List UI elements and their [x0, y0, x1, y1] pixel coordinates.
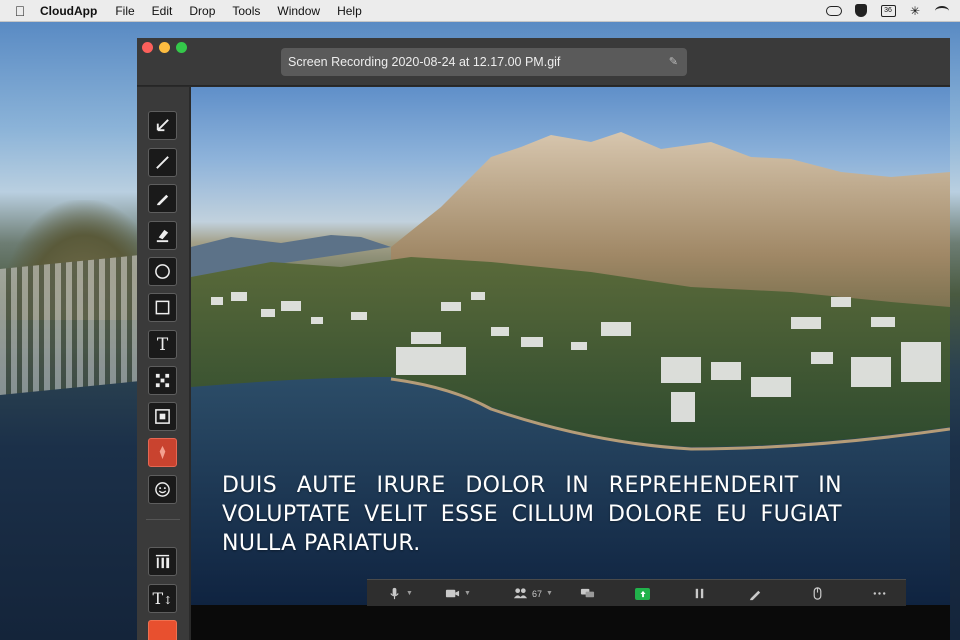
- pixelate-icon: [155, 373, 170, 388]
- bluetooth-icon[interactable]: ✳: [907, 4, 923, 18]
- highlighter-tool[interactable]: [148, 221, 177, 250]
- wifi-icon[interactable]: [934, 5, 950, 17]
- more-button[interactable]: [872, 580, 887, 607]
- text-size-icon: T↕: [152, 589, 173, 608]
- color-swatch-button[interactable]: [148, 620, 177, 640]
- editor-window: Screen Recording 2020-08-24 at 12.17.00 …: [137, 38, 950, 640]
- arrow-icon: [156, 119, 169, 132]
- annotate-button[interactable]: [748, 580, 763, 607]
- pause-button[interactable]: [692, 580, 707, 607]
- menubar-app-name[interactable]: CloudApp: [40, 4, 97, 18]
- rectangle-icon: [155, 300, 170, 315]
- line-width-icon: [155, 554, 170, 569]
- image-caption[interactable]: Duis aute irure dolor in reprehenderit i…: [222, 471, 842, 558]
- menu-edit[interactable]: Edit: [152, 4, 173, 18]
- emoji-tool[interactable]: [148, 475, 177, 504]
- text-size-button[interactable]: T↕: [148, 584, 177, 613]
- menu-file[interactable]: File: [115, 4, 134, 18]
- pen-icon: [156, 194, 169, 206]
- pencil-edit-icon[interactable]: ✎: [669, 48, 678, 76]
- pencil-icon: [749, 590, 761, 601]
- text-tool[interactable]: T: [148, 330, 177, 359]
- close-window-button[interactable]: [142, 42, 153, 53]
- canvas-bottom-bar: [191, 605, 950, 640]
- menu-drop[interactable]: Drop: [189, 4, 215, 18]
- window-titlebar[interactable]: Screen Recording 2020-08-24 at 12.17.00 …: [137, 38, 950, 86]
- ellipse-tool[interactable]: [148, 257, 177, 286]
- shield-icon[interactable]: [853, 4, 869, 17]
- wallpaper-town: [0, 255, 140, 395]
- filename-text: Screen Recording 2020-08-24 at 12.17.00 …: [288, 55, 561, 69]
- chevron-down-icon[interactable]: ▼: [546, 590, 553, 597]
- step-marker-tool[interactable]: [148, 438, 177, 467]
- share-screen-button[interactable]: [635, 580, 650, 607]
- pen-tool[interactable]: [148, 184, 177, 213]
- participants-icon: [513, 588, 528, 599]
- line-icon: [156, 156, 169, 169]
- spotlight-icon: [155, 409, 170, 424]
- maximize-window-button[interactable]: [176, 42, 187, 53]
- calendar-icon[interactable]: 36: [880, 4, 896, 17]
- arrow-tool[interactable]: [148, 111, 177, 140]
- highlighter-icon: [156, 229, 169, 243]
- text-size-glyph: T: [152, 589, 164, 608]
- rectangle-tool[interactable]: [148, 293, 177, 322]
- chat-button[interactable]: [580, 580, 595, 607]
- line-width-button[interactable]: [148, 547, 177, 576]
- participants-button[interactable]: 67 ▼: [513, 580, 553, 607]
- apple-logo-icon[interactable]: : [0, 3, 40, 19]
- video-button[interactable]: ▼: [445, 580, 471, 607]
- ellipse-icon: [155, 264, 170, 279]
- chevron-down-icon[interactable]: ▼: [406, 590, 413, 597]
- chat-icon: [580, 588, 595, 598]
- microphone-button[interactable]: ▼: [387, 580, 413, 607]
- pause-icon: [695, 588, 704, 599]
- menu-window[interactable]: Window: [277, 4, 320, 18]
- smiley-icon: [155, 482, 170, 497]
- more-icon: [873, 592, 886, 595]
- meeting-control-bar: ▼ ▼ 67 ▼: [367, 579, 906, 606]
- cloudapp-icon[interactable]: [826, 5, 842, 17]
- marker-icon: [159, 445, 166, 460]
- filename-field[interactable]: Screen Recording 2020-08-24 at 12.17.00 …: [281, 48, 687, 76]
- line-tool[interactable]: [148, 148, 177, 177]
- menubar-status-area: 36 ✳: [826, 4, 960, 18]
- mouse-button[interactable]: [810, 580, 825, 607]
- annotation-toolbar: T T↕: [137, 87, 190, 640]
- participants-count: 67: [532, 588, 543, 599]
- microphone-icon: [390, 587, 399, 600]
- menu-tools[interactable]: Tools: [232, 4, 260, 18]
- share-screen-icon: [635, 587, 650, 600]
- menubar:  CloudApp File Edit Drop Tools Window H…: [0, 0, 960, 22]
- toolbar-divider: [146, 519, 180, 520]
- text-icon: T: [156, 334, 169, 355]
- menu-help[interactable]: Help: [337, 4, 362, 18]
- minimize-window-button[interactable]: [159, 42, 170, 53]
- mouse-icon: [813, 587, 822, 600]
- video-camera-icon: [445, 589, 460, 598]
- calendar-day: 36: [880, 4, 896, 17]
- image-canvas[interactable]: Duis aute irure dolor in reprehenderit i…: [191, 87, 950, 605]
- pixelate-tool[interactable]: [148, 366, 177, 395]
- chevron-down-icon[interactable]: ▼: [464, 590, 471, 597]
- spotlight-tool[interactable]: [148, 402, 177, 431]
